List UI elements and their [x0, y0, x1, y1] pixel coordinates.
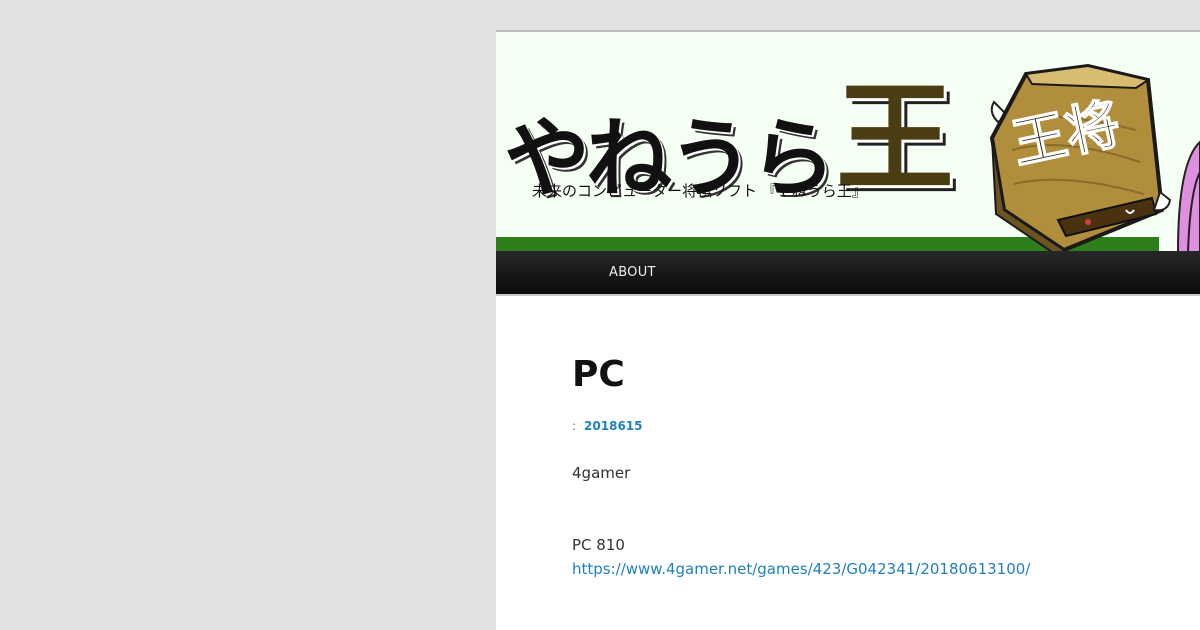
page-container: やねうら王 未来のコンピューター将棋ソフト 『やねうら王』 王将 ABOUT P…: [496, 30, 1200, 630]
post-meta-prefix: :: [572, 419, 577, 433]
post-paragraph: 4gamer: [572, 464, 631, 482]
site-tagline: 未来のコンピューター将棋ソフト 『やねうら王』: [532, 182, 867, 200]
post-date-link[interactable]: 2018615: [584, 419, 642, 433]
post-paragraph: PC 810: [572, 536, 625, 554]
site-header: やねうら王 未来のコンピューター将棋ソフト 『やねうら王』 王将: [496, 32, 1200, 251]
post-title: PC: [572, 354, 625, 395]
shogi-piece-mascot-image: 王将: [989, 63, 1200, 251]
main-navigation: ABOUT: [496, 251, 1200, 296]
nav-item-about[interactable]: ABOUT: [609, 265, 656, 280]
post-meta: :2018615: [572, 419, 643, 433]
article-link[interactable]: https://www.4gamer.net/games/423/G042341…: [572, 560, 1030, 578]
